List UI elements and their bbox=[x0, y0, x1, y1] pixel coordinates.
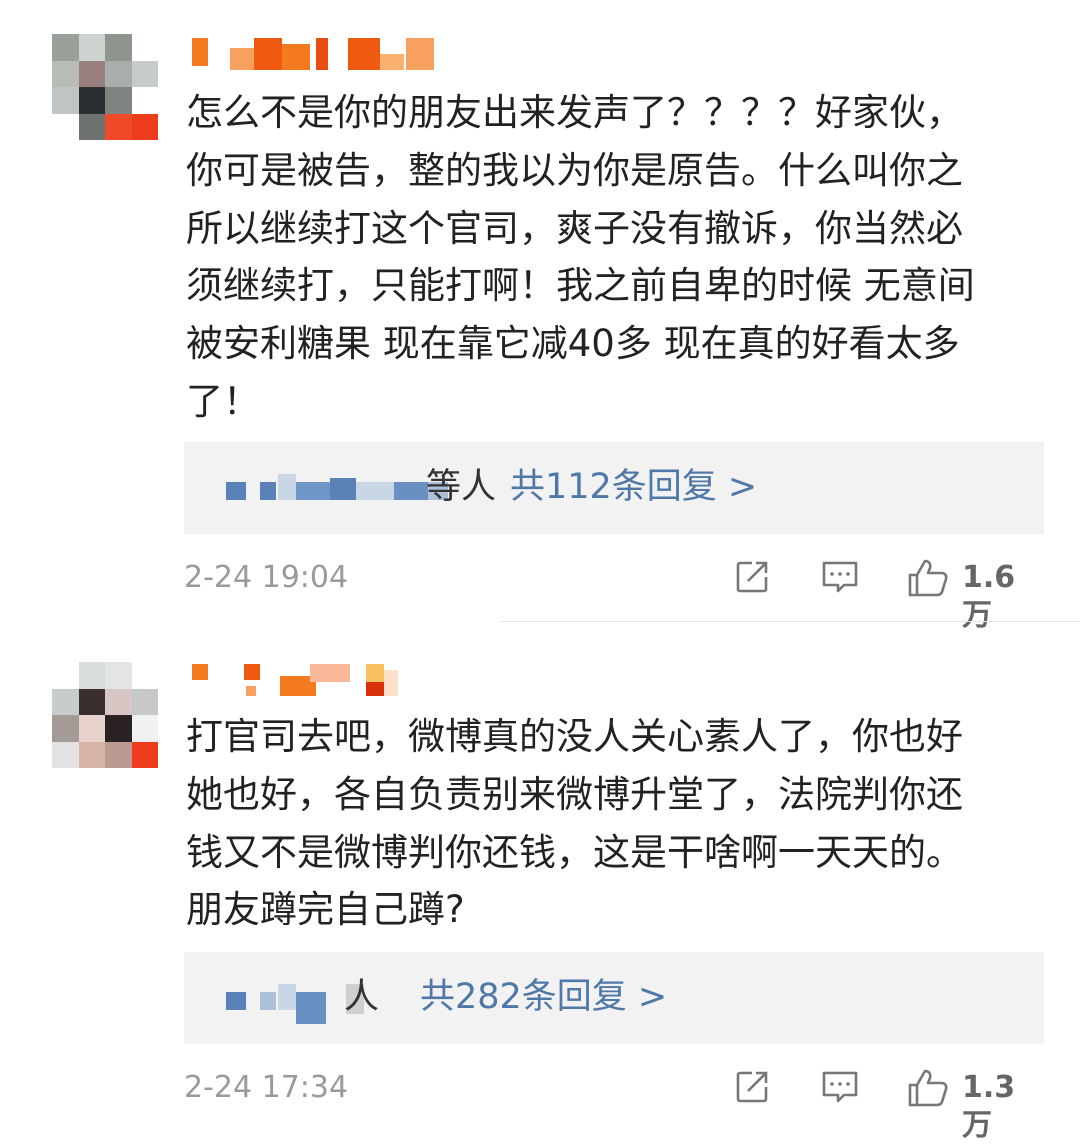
view-replies-link[interactable]: 共112条回复 > bbox=[510, 464, 757, 510]
reply-preview[interactable]: 人 共282条回复 > bbox=[184, 952, 1044, 1044]
thumbs-up-icon[interactable] bbox=[906, 557, 950, 603]
thumbs-up-icon[interactable] bbox=[906, 1067, 950, 1113]
divider bbox=[500, 621, 1080, 622]
reply-suffix: 人 bbox=[344, 977, 380, 1017]
comment-item: 怎么不是你的朋友出来发声了？？？？好家伙， 你可是被告，整的我以为你是原告。什么… bbox=[0, 0, 1080, 633]
comment-icon[interactable] bbox=[820, 1067, 860, 1111]
timestamp: 2-24 19:04 bbox=[184, 560, 349, 595]
comment-icon[interactable] bbox=[820, 557, 860, 601]
reply-suffix: 等人 bbox=[426, 467, 497, 507]
comment-text: 打官司去吧，微博真的没人关心素人了，你也好 她也好，各自负责别来微博升堂了，法院… bbox=[186, 715, 963, 932]
avatar[interactable] bbox=[52, 34, 158, 140]
username-redacted[interactable] bbox=[186, 662, 401, 698]
timestamp: 2-24 17:34 bbox=[184, 1070, 349, 1105]
comment-meta: 2-24 19:04 1.6万 bbox=[184, 553, 1044, 633]
like-count: 1.3万 bbox=[962, 1070, 1016, 1143]
comment-meta: 2-24 17:34 1.3万 bbox=[184, 1063, 1044, 1143]
username-redacted[interactable] bbox=[186, 34, 436, 70]
comment-item: 打官司去吧，微博真的没人关心素人了，你也好 她也好，各自负责别来微博升堂了，法院… bbox=[0, 640, 1080, 1143]
reply-preview[interactable]: 等人 共112条回复 > bbox=[184, 442, 1044, 534]
avatar[interactable] bbox=[52, 662, 158, 768]
view-replies-link[interactable]: 共282条回复 > bbox=[420, 974, 667, 1020]
share-icon[interactable] bbox=[732, 557, 772, 601]
share-icon[interactable] bbox=[732, 1067, 772, 1111]
like-count: 1.6万 bbox=[962, 560, 1016, 633]
comment-text: 怎么不是你的朋友出来发声了？？？？好家伙， 你可是被告，整的我以为你是原告。什么… bbox=[186, 91, 975, 423]
